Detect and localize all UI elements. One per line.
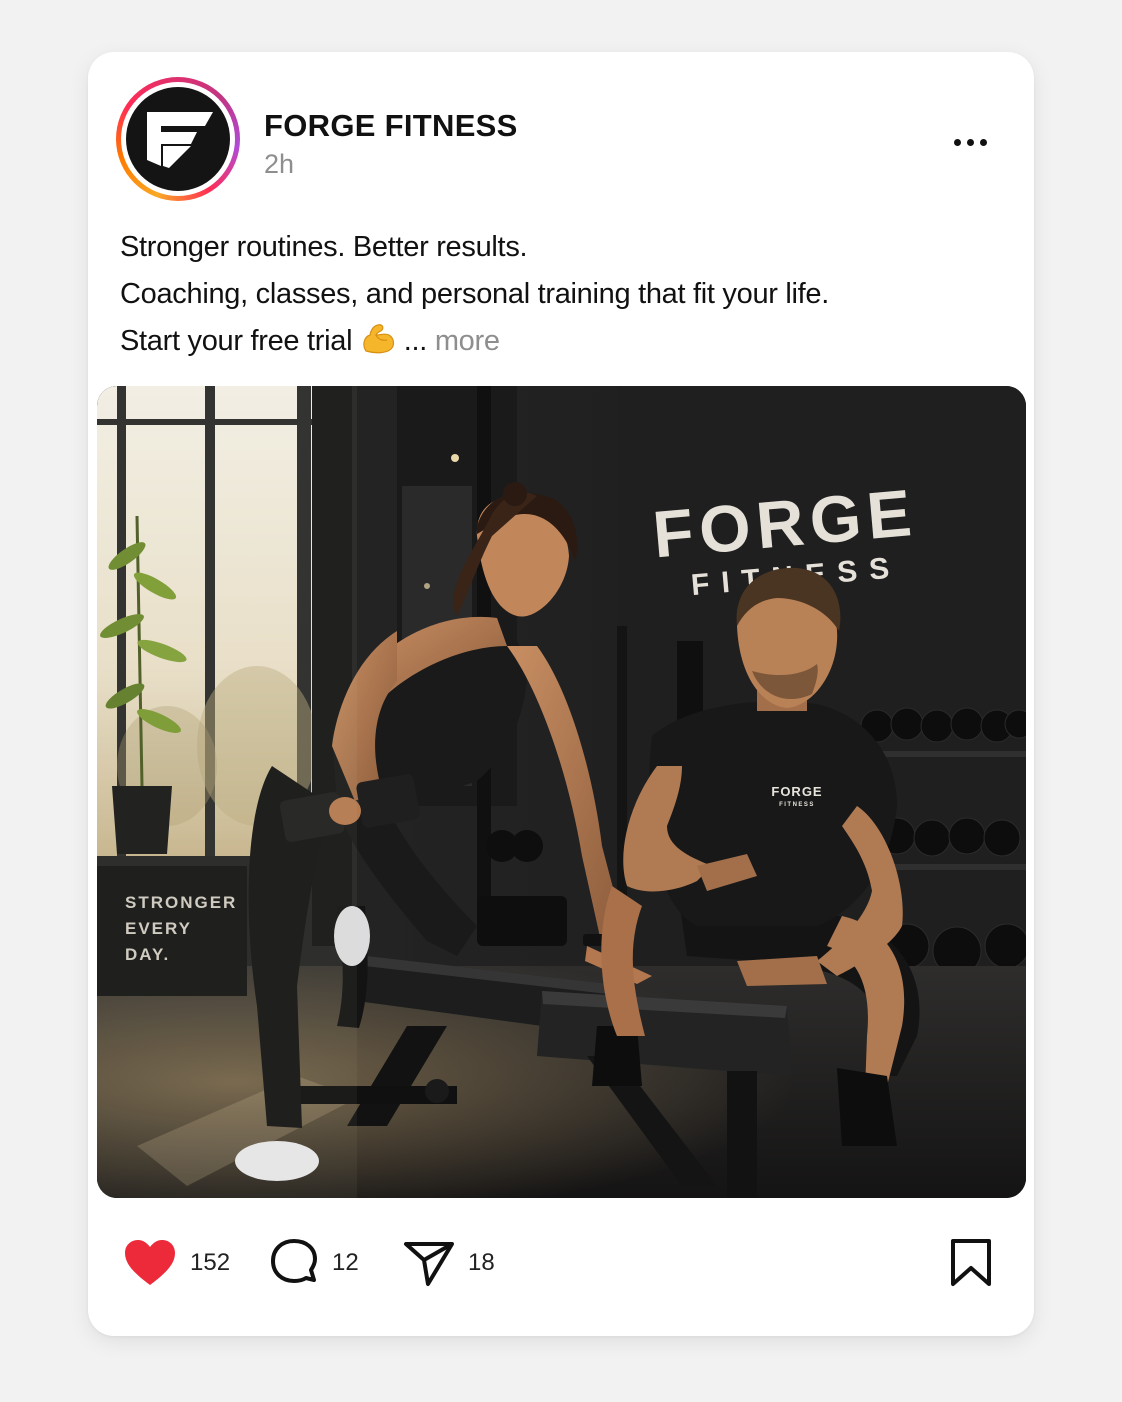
caption-line-3-text: Start your free trial [120,325,353,357]
caption-line-1: Stronger routines. Better results. [120,231,528,263]
post-card: FORGE FITNESS 2h Stronger routines. Bett… [88,52,1034,1336]
flexed-biceps-icon [360,323,396,370]
comment-button[interactable]: 12 [268,1228,359,1298]
share-count: 18 [468,1249,495,1276]
post-caption: Stronger routines. Better results. Coach… [120,224,1000,370]
caption-ellipsis: ... [403,325,428,357]
more-options-button[interactable] [940,122,1000,162]
caption-more-link[interactable]: more [435,325,500,357]
like-button[interactable]: 152 [122,1228,230,1298]
caption-line-3: Start your free trial ... more [120,318,1000,370]
post-timestamp: 2h [264,149,295,179]
caption-line-2: Coaching, classes, and personal training… [120,278,830,310]
story-ring[interactable] [116,77,240,201]
like-count: 152 [190,1249,231,1276]
account-name[interactable]: FORGE FITNESS [264,108,518,144]
save-button[interactable] [948,1238,994,1293]
share-button[interactable]: 18 [402,1228,495,1298]
paper-plane-icon [404,1242,454,1286]
comment-count: 12 [332,1249,359,1276]
heart-icon [125,1240,175,1285]
shirt-logo-sub: FITNESS [779,802,815,808]
more-horizontal-icon [953,138,961,146]
comment-bubble-icon [271,1239,317,1283]
bookmark-icon [951,1239,991,1286]
post-actions: 152 12 18 [88,1228,1034,1298]
shirt-logo-main: FORGE [771,784,822,799]
avatar [126,87,230,191]
forge-logo-icon [147,112,213,168]
post-image[interactable]: FORGE FITNESS [97,386,1026,1198]
